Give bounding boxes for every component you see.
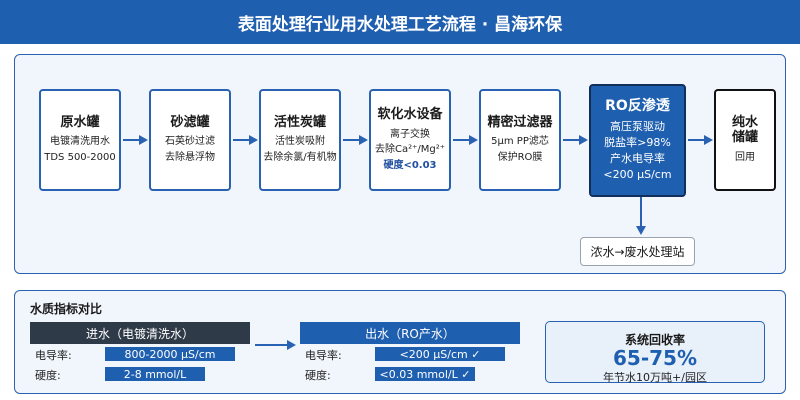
step-pure-water-tank: 纯水 储罐 回用 [714, 89, 776, 191]
step-water-softener: 软化水设备 离子交换 去除Ca²⁺/Mg²⁺ 硬度<0.03 [369, 89, 451, 191]
step-title: 活性炭罐 [273, 114, 326, 130]
step-title: 纯水 储罐 [731, 114, 758, 146]
step-title: 软化水设备 [377, 106, 443, 122]
step-title: RO反渗透 [605, 98, 670, 115]
outlet-header-label: 出水（RO产水） [365, 326, 455, 341]
step-desc: <200 μS/cm [603, 167, 672, 181]
outlet-hardness-value: <0.03 mmol/L ✓ [375, 367, 475, 381]
brine-output: 浓水→废水处理站 [580, 237, 695, 266]
water-quality-title: 水质指标对比 [30, 302, 103, 316]
inlet-conductivity-label: 电导率: [35, 349, 72, 362]
step-desc: 保护RO膜 [497, 151, 543, 163]
flow-arrow [453, 135, 478, 145]
step-title: 精密过滤器 [487, 114, 553, 130]
step-precision-filter: 精密过滤器 5μm PP滤芯 保护RO膜 [479, 89, 561, 191]
step-desc: 脱盐率>98% [604, 135, 671, 149]
step-raw-water-tank: 原水罐 电镀清洗用水 TDS 500-2000 [39, 89, 121, 191]
step-desc: 5μm PP滤芯 [491, 136, 549, 148]
step-activated-carbon: 活性炭罐 活性炭吸附 去除余氯/有机物 [259, 89, 341, 191]
inlet-conductivity-value: 800-2000 μS/cm [105, 347, 235, 361]
step-desc: 高压泵驱动 [610, 120, 665, 134]
brine-label: 浓水→废水处理站 [590, 245, 685, 259]
flow-arrow [563, 135, 588, 145]
page-header: 表面处理行业用水处理工艺流程 · 昌海环保 [0, 0, 800, 44]
step-desc: 石英砂过滤 [165, 136, 215, 148]
flow-arrow [343, 135, 368, 145]
inlet-hardness-value: 2-8 mmol/L [105, 367, 205, 381]
step-emphasis: 硬度<0.03 [383, 159, 437, 171]
step-desc: 回用 [735, 151, 755, 163]
step-desc: 去除余氯/有机物 [263, 151, 337, 163]
step-desc: 去除悬浮物 [165, 151, 215, 163]
step-title: 原水罐 [60, 114, 100, 130]
outlet-conductivity-label: 电导率: [305, 349, 342, 362]
page-title: 表面处理行业用水处理工艺流程 · 昌海环保 [237, 14, 563, 35]
brine-arrow [636, 197, 646, 237]
inlet-hardness-label: 硬度: [35, 369, 61, 382]
recovery-note: 年节水10万吨+/园区 [603, 371, 707, 384]
step-desc: 去除Ca²⁺/Mg²⁺ [374, 144, 446, 156]
inlet-header: 进水（电镀清洗水） [30, 322, 250, 344]
flow-arrow [123, 135, 148, 145]
outlet-hardness-label: 硬度: [305, 369, 331, 382]
step-desc: 产水电导率 [610, 151, 665, 165]
step-desc: 离子交换 [390, 128, 430, 140]
comparison-arrow [255, 340, 297, 350]
outlet-conductivity-value: <200 μS/cm ✓ [375, 347, 505, 361]
step-title: 砂滤罐 [170, 114, 210, 130]
flow-arrow [688, 135, 713, 145]
outlet-header: 出水（RO产水） [300, 322, 520, 344]
step-reverse-osmosis: RO反渗透 高压泵驱动 脱盐率>98% 产水电导率 <200 μS/cm [589, 84, 686, 197]
recovery-rate-card: 系统回收率 65-75% 年节水10万吨+/园区 [545, 321, 765, 384]
recovery-value: 65-75% [612, 346, 697, 370]
inlet-header-label: 进水（电镀清洗水） [85, 326, 194, 341]
flow-arrow [233, 135, 258, 145]
step-desc: TDS 500-2000 [44, 151, 116, 163]
step-desc: 电镀清洗用水 [50, 136, 110, 148]
step-sand-filter: 砂滤罐 石英砂过滤 去除悬浮物 [149, 89, 231, 191]
step-desc: 活性炭吸附 [275, 136, 325, 148]
